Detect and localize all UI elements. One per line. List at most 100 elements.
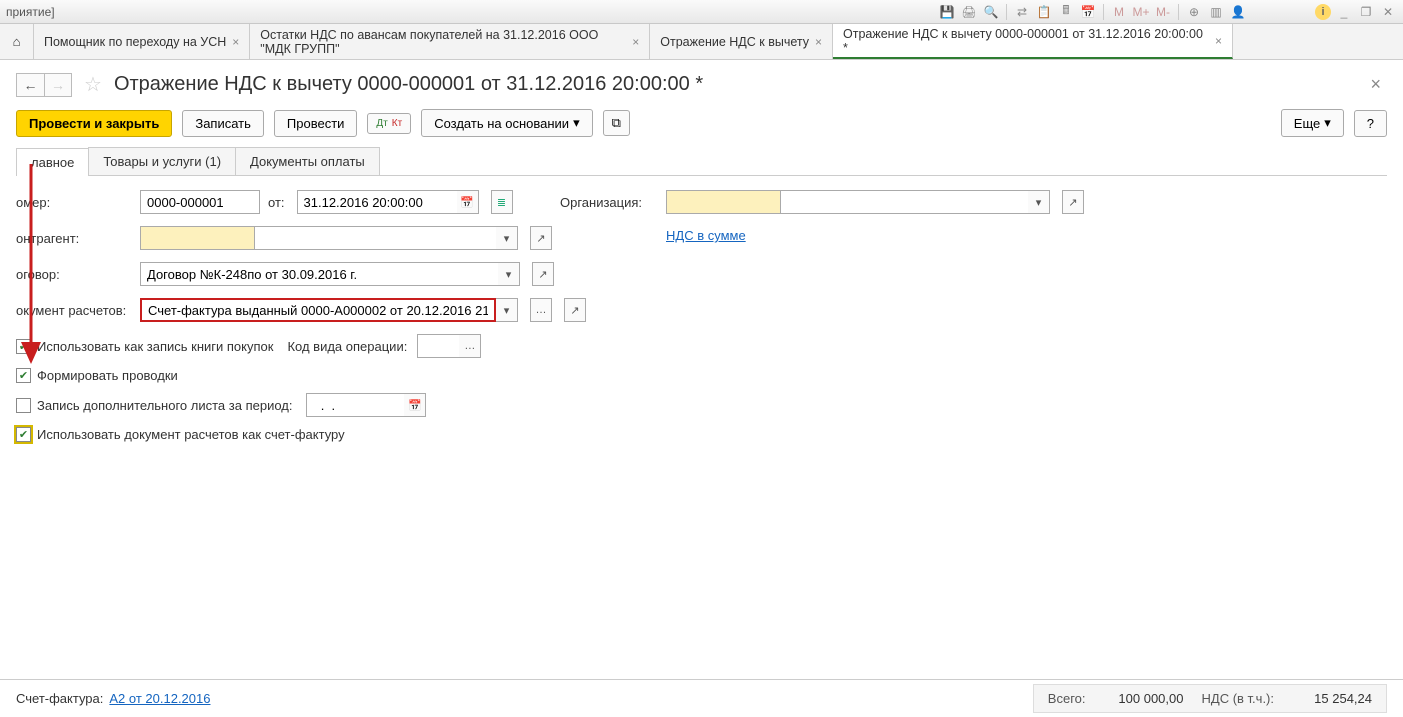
zoom-in-icon[interactable]: ⊕ (1185, 3, 1203, 21)
home-tab[interactable]: ⌂ (0, 24, 34, 59)
number-input[interactable] (140, 190, 260, 214)
save-icon[interactable]: 💾 (938, 3, 956, 21)
cb-label: Запись дополнительного листа за период: (37, 398, 292, 413)
subtab-main[interactable]: лавное (16, 148, 89, 176)
settlement-doc-input[interactable] (140, 298, 496, 322)
save-button[interactable]: Записать (182, 110, 264, 137)
total-label: Всего: (1048, 691, 1086, 706)
tab-vat-deduction-list[interactable]: Отражение НДС к вычету × (650, 24, 833, 59)
checkbox-postings[interactable]: ✔ (16, 368, 31, 383)
tab-label: Отражение НДС к вычету 0000-000001 от 31… (843, 27, 1209, 55)
org-input[interactable] (781, 190, 1028, 214)
cb-label: Использовать как запись книги покупок (37, 339, 273, 354)
open-ref-icon[interactable]: ↗ (530, 226, 552, 250)
checkbox-purchase-book[interactable]: ✔ (16, 339, 31, 354)
checkbox-addsheet[interactable] (16, 398, 31, 413)
opcode-input[interactable] (417, 334, 459, 358)
dropdown-icon[interactable]: ▾ (496, 298, 518, 322)
structure-button[interactable]: ⧉ (603, 110, 630, 136)
forward-button[interactable]: → (44, 73, 72, 97)
number-label: омер: (16, 195, 132, 210)
contract-input[interactable] (140, 262, 498, 286)
cb-label: Формировать проводки (37, 368, 178, 383)
open-ref-icon[interactable]: ↗ (532, 262, 554, 286)
mem-mplus-icon[interactable]: M+ (1132, 3, 1150, 21)
tab-label: Остатки НДС по авансам покупателей на 31… (260, 28, 626, 56)
restore-icon[interactable]: ❐ (1357, 3, 1375, 21)
dt-label: Дт (376, 118, 387, 129)
tab-usn-helper[interactable]: Помощник по переходу на УСН × (34, 24, 250, 59)
kt-label: Кт (392, 118, 402, 129)
counterparty-input[interactable] (255, 226, 496, 250)
date-input[interactable] (297, 190, 457, 214)
compare-icon[interactable]: ⇄ (1013, 3, 1031, 21)
mem-mminus-icon[interactable]: M- (1154, 3, 1172, 21)
invoice-link[interactable]: А2 от 20.12.2016 (109, 691, 210, 706)
close-window-icon[interactable]: ✕ (1379, 3, 1397, 21)
close-icon[interactable]: × (632, 35, 639, 49)
close-icon[interactable]: × (815, 35, 822, 49)
invoice-label: Счет-фактура: (16, 691, 103, 706)
calendar-icon[interactable]: 📅 (1079, 3, 1097, 21)
select-dialog-icon[interactable]: … (459, 334, 481, 358)
calendar-icon[interactable]: 📅 (404, 393, 426, 417)
subtab-goods[interactable]: Товары и услуги (1) (88, 147, 236, 175)
select-dialog-icon[interactable]: … (530, 298, 552, 322)
user-icon[interactable]: 👤 (1229, 3, 1247, 21)
chevron-down-icon: ▾ (573, 115, 580, 131)
row-cb-use-settlement-as-invoice: ✔ Использовать документ расчетов как сче… (16, 427, 1387, 442)
row-vat-mode: НДС в сумме (560, 228, 1084, 243)
back-button[interactable]: ← (16, 73, 44, 97)
titlebar-icons: 💾 🖨 🔍 ⇄ 📋 🖩 📅 M M+ M- ⊕ ▥ 👤 i _ ❐ ✕ (938, 3, 1397, 21)
favorite-star-icon[interactable]: ☆ (84, 72, 102, 97)
row-settlement-doc: окумент расчетов: ▾ … ↗ (16, 298, 1387, 322)
dtkt-button[interactable]: Дт Кт (367, 113, 411, 134)
footer-left: Счет-фактура: А2 от 20.12.2016 (16, 691, 1033, 706)
help-button[interactable]: ? (1354, 110, 1387, 137)
row-organization: Организация: ▾ ↗ (560, 190, 1084, 214)
dropdown-icon[interactable]: ▾ (1028, 190, 1050, 214)
minimize-icon[interactable]: _ (1335, 3, 1353, 21)
post-and-close-button[interactable]: Провести и закрыть (16, 110, 172, 137)
row-cb-addsheet: Запись дополнительного листа за период: … (16, 393, 1387, 417)
separator (1178, 4, 1179, 20)
print-icon[interactable]: 🖨 (960, 3, 978, 21)
opcode-label: Код вида операции: (287, 339, 407, 354)
chevron-down-icon: ▾ (1324, 115, 1331, 131)
mem-m-icon[interactable]: M (1110, 3, 1128, 21)
list-open-icon[interactable]: ≣ (491, 190, 513, 214)
close-icon[interactable]: × (1215, 34, 1222, 48)
checkbox-use-settlement-as-invoice[interactable]: ✔ (16, 427, 31, 442)
tab-vat-advances[interactable]: Остатки НДС по авансам покупателей на 31… (250, 24, 650, 59)
tabbar: ⌂ Помощник по переходу на УСН × Остатки … (0, 24, 1403, 60)
page-close-icon[interactable]: × (1364, 74, 1387, 95)
total-value: 100 000,00 (1104, 691, 1184, 706)
tab-vat-deduction-doc[interactable]: Отражение НДС к вычету 0000-000001 от 31… (833, 24, 1233, 59)
dropdown-icon[interactable]: ▾ (496, 226, 518, 250)
more-button[interactable]: Еще ▾ (1281, 109, 1344, 137)
cb-label: Использовать документ расчетов как счет-… (37, 427, 345, 442)
nav-buttons: ← → (16, 73, 72, 97)
copy-icon[interactable]: 📋 (1035, 3, 1053, 21)
date-group: 📅 (297, 190, 479, 214)
subtab-paydocs[interactable]: Документы оплаты (235, 147, 380, 175)
calc-icon[interactable]: 🖩 (1057, 3, 1075, 21)
open-ref-icon[interactable]: ↗ (564, 298, 586, 322)
period-input[interactable] (306, 393, 404, 417)
row-contract: оговор: ▾ ↗ (16, 262, 1387, 286)
vat-mode-link[interactable]: НДС в сумме (666, 228, 746, 243)
org-group: ▾ (666, 190, 1050, 214)
counterparty-group: ▾ (140, 226, 518, 250)
counterparty-label: онтрагент: (16, 231, 132, 246)
info-icon[interactable]: i (1315, 4, 1331, 20)
layout-icon[interactable]: ▥ (1207, 3, 1225, 21)
calendar-icon[interactable]: 📅 (457, 190, 479, 214)
close-icon[interactable]: × (232, 35, 239, 49)
preview-icon[interactable]: 🔍 (982, 3, 1000, 21)
create-based-button[interactable]: Создать на основании ▾ (421, 109, 592, 137)
open-ref-icon[interactable]: ↗ (1062, 190, 1084, 214)
org-highlight (666, 190, 781, 214)
dropdown-icon[interactable]: ▾ (498, 262, 520, 286)
org-label: Организация: (560, 195, 658, 210)
post-button[interactable]: Провести (274, 110, 358, 137)
